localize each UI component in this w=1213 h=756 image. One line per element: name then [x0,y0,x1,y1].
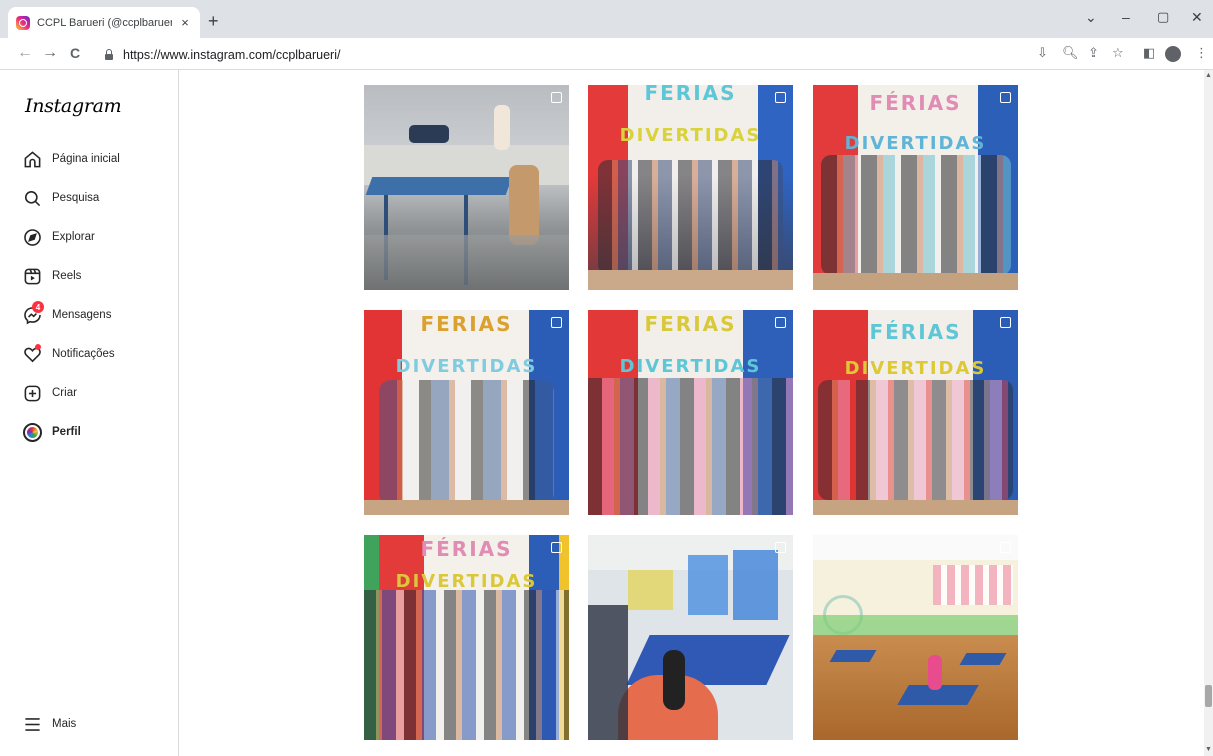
sidebar-item-reels[interactable]: Reels [22,261,81,291]
sidebar-item-explore[interactable]: Explorar [22,222,95,252]
sidebar-item-label: Mais [52,718,77,730]
sidebar-item-messages[interactable]: 4 Mensagens [22,300,111,330]
carousel-icon [551,317,562,328]
post-thumbnail[interactable]: FÉRIAS DIVERTIDAS [813,85,1018,290]
heart-icon [22,344,42,364]
carousel-icon [775,92,786,103]
scroll-down-icon[interactable]: ▼ [1205,746,1212,753]
url-text: https://www.instagram.com/ccplbarueri/ [123,47,341,62]
profile-avatar [22,422,42,442]
search-icon [22,188,42,208]
browser-tabstrip: CCPL Barueri (@ccplbarueri) • Fo × + ⌄ –… [0,0,1213,38]
carousel-icon [775,542,786,553]
hamburger-menu-icon [22,714,42,734]
scroll-up-icon[interactable]: ▲ [1205,72,1212,79]
install-app-icon[interactable]: ⇩ [1037,46,1048,60]
sidebar-item-home[interactable]: Página inicial [22,144,120,174]
minimize-button[interactable]: – [1122,9,1130,25]
bookmark-star-icon[interactable]: ☆ [1112,46,1124,60]
post-thumbnail[interactable]: FÉRIAS DIVERTIDAS [813,310,1018,515]
tab-search-icon[interactable]: ⌄ [1085,9,1097,26]
side-panel-icon[interactable]: ◧ [1143,46,1155,60]
sidebar-item-notifications[interactable]: Notificações [22,339,115,369]
share-icon[interactable]: ⇪ [1088,46,1099,60]
zoom-icon[interactable]: 🔍︎ [1062,46,1079,60]
maximize-button[interactable]: ▢ [1157,9,1169,25]
browser-menu-icon[interactable]: ⋮ [1195,46,1208,60]
post-thumbnail[interactable] [364,85,569,290]
post-banner: FÉRIAS [869,91,962,115]
post-banner: FERIAS [644,312,737,336]
carousel-icon [1000,317,1011,328]
post-banner: FERIAS [420,312,513,336]
compass-icon [22,227,42,247]
post-banner: FÉRIAS [420,537,513,561]
sidebar-item-label: Criar [52,387,77,399]
new-tab-button[interactable]: + [208,12,219,30]
post-banner: DIVERTIDAS [395,356,538,377]
sidebar-item-label: Mensagens [52,309,112,321]
carousel-icon [551,92,562,103]
carousel-icon [551,542,562,553]
browser-toolbar: ← → C https://www.instagram.com/ccplbaru… [0,38,1213,70]
carousel-icon [775,317,786,328]
sidebar-item-more[interactable]: Mais [22,709,76,739]
scrollbar-thumb[interactable] [1205,685,1212,707]
plus-square-icon [22,383,42,403]
messages-badge: 4 [32,301,44,313]
post-thumbnail[interactable]: FÉRIAS DIVERTIDAS [364,535,569,740]
post-thumbnail[interactable]: FERIAS DIVERTIDAS [588,85,793,290]
back-button[interactable]: ← [17,45,33,61]
post-thumbnail[interactable] [813,535,1018,740]
carousel-icon [1000,92,1011,103]
tab-title: CCPL Barueri (@ccplbarueri) • Fo [37,16,172,29]
sidebar-item-label: Reels [52,270,82,282]
post-banner: DIVERTIDAS [844,133,987,154]
tab-close-icon[interactable]: × [178,15,192,30]
sidebar-item-label: Perfil [52,426,81,438]
post-banner: DIVERTIDAS [395,571,538,592]
post-thumbnail[interactable]: FERIAS DIVERTIDAS [364,310,569,515]
post-banner: DIVERTIDAS [619,125,762,146]
instagram-sidebar: Instagram Página inicial Pesquisa Explor… [0,70,179,756]
sidebar-item-create[interactable]: Criar [22,378,77,408]
post-banner: DIVERTIDAS [619,356,762,377]
instagram-logo[interactable]: Instagram [25,95,122,117]
sidebar-item-label: Página inicial [52,153,120,165]
address-bar[interactable]: https://www.instagram.com/ccplbarueri/ [95,42,1025,67]
browser-profile-icon[interactable] [1165,46,1181,62]
notification-dot [35,344,41,350]
post-thumbnail[interactable] [588,535,793,740]
post-banner: FERIAS [644,85,737,105]
sidebar-item-label: Pesquisa [52,192,100,204]
page-scrollbar[interactable]: ▲ ▼ [1204,70,1213,756]
messenger-icon: 4 [22,301,44,325]
forward-button[interactable]: → [42,45,58,61]
post-thumbnail[interactable]: FERIAS DIVERTIDAS [588,310,793,515]
sidebar-item-label: Explorar [52,231,95,243]
sidebar-item-search[interactable]: Pesquisa [22,183,99,213]
home-icon [22,149,42,169]
browser-tab[interactable]: CCPL Barueri (@ccplbarueri) • Fo × [8,7,200,38]
post-banner: DIVERTIDAS [844,358,987,379]
reels-icon [22,266,42,286]
sidebar-item-profile[interactable]: Perfil [22,417,81,447]
close-window-button[interactable]: ✕ [1191,9,1203,26]
reload-button[interactable]: C [70,45,80,61]
lock-icon [103,48,115,61]
carousel-icon [1000,542,1011,553]
post-banner: FÉRIAS [869,320,962,344]
sidebar-item-label: Notificações [52,348,115,360]
instagram-favicon-icon [16,15,30,30]
